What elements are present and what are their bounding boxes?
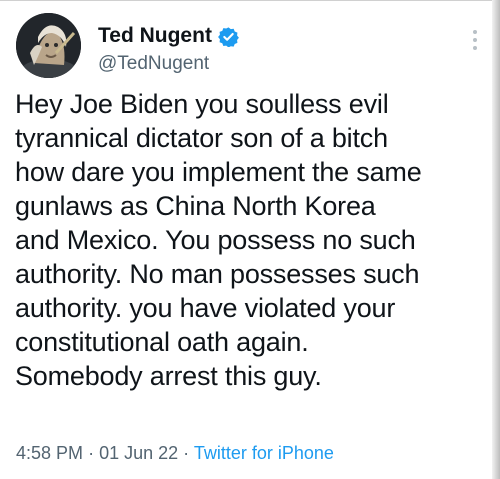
top-divider (0, 0, 492, 1)
tweet-metadata: 4:58 PM · 01 Jun 22 · Twitter for iPhone (16, 443, 334, 464)
author-display-name[interactable]: Ted Nugent (98, 24, 212, 48)
verified-badge-icon (218, 26, 239, 47)
right-edge-shadow (492, 0, 500, 479)
tweet-source-link[interactable]: Twitter for iPhone (194, 443, 334, 463)
tweet-time[interactable]: 4:58 PM (16, 443, 83, 463)
profile-photo-icon (16, 13, 81, 78)
tweet-card: Ted Nugent @TedNugent Hey Joe Biden you … (0, 0, 500, 479)
avatar[interactable] (16, 13, 81, 78)
tweet-date[interactable]: 01 Jun 22 (99, 443, 178, 463)
meta-separator: · (183, 443, 190, 463)
meta-separator: · (88, 443, 95, 463)
more-vertical-icon[interactable] (472, 28, 478, 52)
tweet-body-text: Hey Joe Biden you soulless evil tyrannic… (15, 89, 422, 391)
author-handle[interactable]: @TedNugent (98, 53, 209, 75)
author-name-row[interactable]: Ted Nugent (98, 24, 239, 48)
